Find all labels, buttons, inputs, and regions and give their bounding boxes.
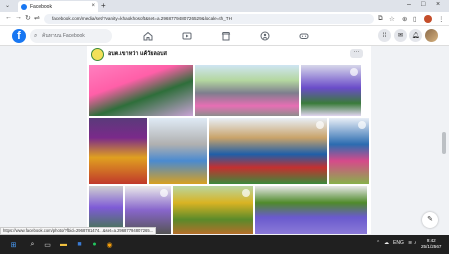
back-icon[interactable]: ← [5,14,12,21]
main-content: อบต.เขาหว่า แค้วัยลอบส ··· [0,46,449,234]
new-tab-button[interactable]: + [101,1,106,10]
tray-expand-icon[interactable]: ⌃ [376,240,380,246]
maximize-button[interactable]: □ [421,1,425,8]
marketplace-icon[interactable] [220,30,232,42]
close-window-button[interactable]: × [436,1,440,8]
photo-options-icon[interactable] [358,121,366,129]
groups-icon[interactable] [259,30,271,42]
cast-icon[interactable]: ⧉ [378,15,383,23]
album-photo[interactable] [89,65,193,116]
album-photo[interactable] [195,65,299,116]
gaming-icon[interactable] [298,30,310,42]
tab-close-icon[interactable]: × [91,3,95,9]
store-icon[interactable]: ■ [74,239,85,250]
file-explorer-icon[interactable]: ▬ [58,239,69,250]
tab-list-icon[interactable]: ⌄ [5,2,10,9]
sidepanel-icon[interactable]: ▯ [413,15,417,23]
photo-options-icon[interactable] [160,189,168,197]
account-avatar[interactable] [425,29,438,42]
facebook-logo[interactable]: f [12,29,26,43]
tab-title: Facebook [30,3,52,10]
facebook-favicon [21,3,27,10]
album-photo[interactable] [209,118,327,184]
page-name[interactable]: อบต.เขาหว่า แค้วัยลอบส [108,50,167,58]
home-icon[interactable] [142,30,154,42]
notifications-icon[interactable]: 🔔︎ [409,29,422,42]
more-options-button[interactable]: ··· [350,49,363,58]
search-placeholder: ค้นหาบน Facebook [42,33,85,39]
album-card: อบต.เขาหว่า แค้วัยลอบส ··· [87,46,371,234]
chrome-icon[interactable]: ◉ [104,239,115,250]
browser-tab-bar: ⌄ Facebook × + – □ × [0,0,449,12]
wifi-icon[interactable]: ≋ [408,240,412,246]
windows-taskbar: ⊞ ⌕ ▭ ▬ ■ ● ◉ ⌃ ☁ ENG ≋ ♪ 9:42 25/1/2567 [0,235,449,254]
forward-icon[interactable]: → [15,14,22,21]
scrollbar-thumb[interactable] [442,132,446,154]
browser-tab[interactable]: Facebook × [18,1,98,12]
page-avatar[interactable] [91,48,104,61]
album-photo[interactable] [89,118,147,184]
windows-start-icon[interactable]: ⊞ [8,239,19,250]
bookmark-star-icon[interactable]: ☆ [389,15,395,23]
album-photo[interactable] [173,186,253,234]
browser-menu-icon[interactable]: ⋮ [438,15,445,23]
extensions-icon[interactable]: ⊕ [402,15,407,23]
browser-toolbar: ← → ↻ ⇌ facebook.com/media/set/?vanity=k… [0,12,449,26]
album-photo[interactable] [329,118,369,184]
menu-grid-icon[interactable]: ⁞⁞ [378,29,391,42]
cloud-icon[interactable]: ☁ [384,240,389,246]
minimize-button[interactable]: – [407,1,411,8]
taskbar-clock[interactable]: 9:42 25/1/2567 [421,238,441,250]
search-icon[interactable]: ⌕ [27,239,38,250]
facebook-header: f ⌕ ค้นหาบน Facebook ⁞⁞ ✉ 🔔︎ [0,26,449,46]
volume-icon[interactable]: ♪ [414,240,417,246]
page-scrollbar[interactable] [441,46,447,234]
line-app-icon[interactable]: ● [89,239,100,250]
address-bar-url: facebook.com/media/set/?vanity=khaokhoso… [52,16,232,21]
screen: ⌄ Facebook × + – □ × ← → ↻ ⇌ facebook.co… [0,0,449,254]
video-icon[interactable] [181,30,193,42]
search-input[interactable]: ⌕ ค้นหาบน Facebook [30,29,112,43]
clock-date: 25/1/2567 [421,244,442,249]
album-photo[interactable] [149,118,207,184]
search-icon: ⌕ [34,33,38,39]
photo-options-icon[interactable] [242,189,250,197]
album-photo[interactable] [301,65,361,116]
site-info-icon[interactable]: ⇌ [34,14,40,22]
messenger-icon[interactable]: ✉ [394,29,407,42]
task-view-icon[interactable]: ▭ [42,239,53,250]
new-message-button[interactable]: ✎ [422,212,438,228]
address-bar[interactable]: facebook.com/media/set/?vanity=khaokhoso… [44,14,374,24]
language-indicator[interactable]: ENG [393,240,404,246]
link-status-bar: https://www.facebook.com/photo/?fbid=296… [0,227,157,235]
reload-icon[interactable]: ↻ [25,14,31,22]
page-header: อบต.เขาหว่า แค้วัยลอบส ··· [87,46,371,64]
album-photo[interactable] [255,186,367,234]
photo-options-icon[interactable] [350,68,358,76]
photo-options-icon[interactable] [316,121,324,129]
profile-avatar-icon[interactable] [424,15,432,23]
